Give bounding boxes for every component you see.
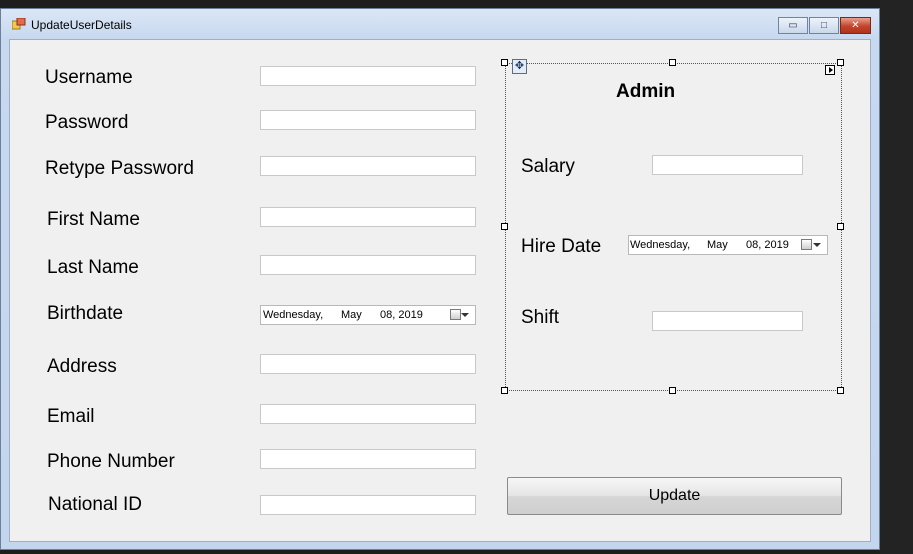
national-id-label: National ID <box>48 494 142 515</box>
smart-tag-icon[interactable] <box>825 65 835 75</box>
last-name-input[interactable] <box>260 255 476 275</box>
birthdate-weekday: Wednesday, <box>263 309 324 321</box>
move-icon[interactable]: ✥ <box>512 59 527 74</box>
resize-handle[interactable] <box>501 387 508 394</box>
national-id-input[interactable] <box>260 495 476 515</box>
dropdown-arrow-icon[interactable] <box>461 313 469 317</box>
hire-date-month: May <box>707 239 728 251</box>
birthdate-day-year: 08, 2019 <box>380 309 423 321</box>
salary-label: Salary <box>521 156 575 177</box>
email-label: Email <box>47 406 95 427</box>
background-strip <box>880 0 913 554</box>
phone-number-input[interactable] <box>260 449 476 469</box>
resize-handle[interactable] <box>837 59 844 66</box>
first-name-label: First Name <box>47 209 140 230</box>
salary-input[interactable] <box>652 155 803 175</box>
maximize-button[interactable]: □ <box>809 17 839 34</box>
phone-number-label: Phone Number <box>47 451 175 472</box>
form-app-icon <box>12 18 26 30</box>
update-user-details-window: UpdateUserDetails ▭ □ ✕ Username Passwor… <box>0 8 880 550</box>
maximize-icon: □ <box>820 20 828 31</box>
form-client-area: Username Password Retype Password First … <box>9 39 871 542</box>
resize-handle[interactable] <box>669 387 676 394</box>
hire-date-picker[interactable]: Wednesday, May 08, 2019 <box>628 235 828 255</box>
address-label: Address <box>47 356 117 377</box>
resize-handle[interactable] <box>501 59 508 66</box>
address-input[interactable] <box>260 354 476 374</box>
birthdate-month: May <box>341 309 362 321</box>
calendar-icon[interactable] <box>801 239 812 250</box>
username-label: Username <box>45 67 133 88</box>
birthdate-picker[interactable]: Wednesday, May 08, 2019 <box>260 305 476 325</box>
admin-groupbox[interactable]: Admin Salary Hire Date Wednesday, May 08… <box>505 63 842 391</box>
hire-date-day-year: 08, 2019 <box>746 239 789 251</box>
close-icon: ✕ <box>851 20 860 31</box>
password-label: Password <box>45 112 129 133</box>
resize-handle[interactable] <box>669 59 676 66</box>
hire-date-label: Hire Date <box>521 236 602 257</box>
close-button[interactable]: ✕ <box>840 17 871 34</box>
minimize-button[interactable]: ▭ <box>778 17 808 34</box>
password-input[interactable] <box>260 110 476 130</box>
birthdate-label: Birthdate <box>47 303 124 324</box>
title-bar[interactable]: UpdateUserDetails ▭ □ ✕ <box>1 9 879 39</box>
hire-date-weekday: Wednesday, <box>630 239 691 251</box>
resize-handle[interactable] <box>837 387 844 394</box>
first-name-input[interactable] <box>260 207 476 227</box>
resize-handle[interactable] <box>837 223 844 230</box>
calendar-icon[interactable] <box>450 309 461 320</box>
update-button[interactable]: Update <box>507 477 842 515</box>
caption-buttons: ▭ □ ✕ <box>777 17 871 35</box>
shift-input[interactable] <box>652 311 803 331</box>
username-input[interactable] <box>260 66 476 86</box>
shift-label: Shift <box>521 307 560 328</box>
email-input[interactable] <box>260 404 476 424</box>
dropdown-arrow-icon[interactable] <box>813 243 821 247</box>
last-name-label: Last Name <box>47 257 139 278</box>
window-title: UpdateUserDetails <box>31 18 132 32</box>
retype-password-input[interactable] <box>260 156 476 176</box>
resize-handle[interactable] <box>501 223 508 230</box>
admin-group-title: Admin <box>616 81 676 102</box>
retype-password-label: Retype Password <box>45 158 194 179</box>
minimize-icon: ▭ <box>788 20 798 31</box>
